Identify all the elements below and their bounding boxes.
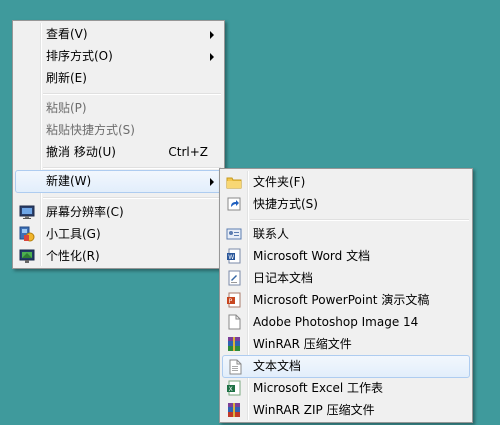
menu-item-label: Microsoft Excel 工作表 bbox=[253, 381, 384, 395]
gadgets-icon bbox=[19, 226, 35, 242]
menu-item-label: 粘贴(P) bbox=[46, 101, 87, 115]
menu-item-sort-by[interactable]: 排序方式(O) bbox=[15, 45, 222, 67]
menu-item-label: 粘贴快捷方式(S) bbox=[46, 123, 135, 137]
menu-item-label: 快捷方式(S) bbox=[253, 197, 318, 211]
submenu-item-photoshop-image[interactable]: Adobe Photoshop Image 14 bbox=[222, 311, 470, 333]
svg-text:P: P bbox=[229, 298, 233, 305]
menu-item-label: 小工具(G) bbox=[46, 227, 101, 241]
menu-separator bbox=[43, 167, 221, 169]
menu-item-screen-resolution[interactable]: 屏幕分辨率(C) bbox=[15, 201, 222, 223]
menu-item-label: Adobe Photoshop Image 14 bbox=[253, 315, 419, 329]
menu-item-label: 排序方式(O) bbox=[46, 49, 113, 63]
journal-icon bbox=[226, 270, 242, 286]
menu-item-refresh[interactable]: 刷新(E) bbox=[15, 67, 222, 89]
folder-icon bbox=[226, 174, 242, 190]
winrar-icon bbox=[226, 336, 242, 352]
submenu-item-winrar-archive[interactable]: WinRAR 压缩文件 bbox=[222, 333, 470, 355]
submenu-item-journal-document[interactable]: 日记本文档 bbox=[222, 267, 470, 289]
menu-item-label: 撤消 移动(U) bbox=[46, 145, 116, 159]
desktop-context-menu: 查看(V) 排序方式(O) 刷新(E) 粘贴(P) 粘贴快捷方式(S) 撤消 移… bbox=[12, 20, 225, 269]
menu-item-label: WinRAR ZIP 压缩文件 bbox=[253, 403, 375, 417]
submenu-item-text-document[interactable]: 文本文档 bbox=[222, 355, 470, 378]
svg-text:W: W bbox=[228, 254, 234, 261]
excel-icon: X bbox=[226, 380, 242, 396]
photoshop-file-icon bbox=[226, 314, 242, 330]
menu-item-label: 新建(W) bbox=[46, 174, 92, 188]
desktop: { "context_menu": { "items": [ {"label":… bbox=[0, 0, 500, 423]
new-submenu: 文件夹(F) 快捷方式(S) 联系人 W Microsoft Word 文档 日… bbox=[219, 168, 473, 423]
submenu-item-winrar-zip[interactable]: WinRAR ZIP 压缩文件 bbox=[222, 399, 470, 421]
submenu-item-folder[interactable]: 文件夹(F) bbox=[222, 171, 470, 193]
monitor-icon bbox=[19, 204, 35, 220]
contact-icon bbox=[226, 226, 242, 242]
submenu-item-powerpoint[interactable]: P Microsoft PowerPoint 演示文稿 bbox=[222, 289, 470, 311]
menu-item-personalize[interactable]: 个性化(R) bbox=[15, 245, 222, 267]
menu-item-paste[interactable]: 粘贴(P) bbox=[15, 97, 222, 119]
menu-item-label: 文件夹(F) bbox=[253, 175, 306, 189]
word-doc-icon: W bbox=[226, 248, 242, 264]
text-file-icon bbox=[227, 359, 243, 375]
submenu-arrow-icon bbox=[210, 178, 214, 186]
submenu-item-shortcut[interactable]: 快捷方式(S) bbox=[222, 193, 470, 215]
menu-item-label: 刷新(E) bbox=[46, 71, 87, 85]
menu-item-new[interactable]: 新建(W) bbox=[15, 170, 222, 193]
submenu-item-word-document[interactable]: W Microsoft Word 文档 bbox=[222, 245, 470, 267]
menu-item-label: 文本文档 bbox=[253, 359, 302, 373]
menu-item-label: Microsoft PowerPoint 演示文稿 bbox=[253, 293, 430, 307]
menu-item-label: 屏幕分辨率(C) bbox=[46, 205, 124, 219]
menu-item-label: WinRAR 压缩文件 bbox=[253, 337, 352, 351]
menu-item-label: Microsoft Word 文档 bbox=[253, 249, 371, 263]
menu-item-undo-move[interactable]: 撤消 移动(U) Ctrl+Z bbox=[15, 141, 222, 163]
menu-item-label: 个性化(R) bbox=[46, 249, 100, 263]
menu-item-view[interactable]: 查看(V) bbox=[15, 23, 222, 45]
submenu-arrow-icon bbox=[210, 53, 214, 61]
submenu-arrow-icon bbox=[210, 31, 214, 39]
menu-item-label: 联系人 bbox=[253, 227, 290, 241]
powerpoint-icon: P bbox=[226, 292, 242, 308]
menu-separator bbox=[250, 219, 469, 221]
menu-item-shortcut: Ctrl+Z bbox=[168, 145, 208, 159]
submenu-item-contact[interactable]: 联系人 bbox=[222, 223, 470, 245]
menu-item-label: 查看(V) bbox=[46, 27, 88, 41]
submenu-item-excel-worksheet[interactable]: X Microsoft Excel 工作表 bbox=[222, 377, 470, 399]
menu-item-label: 日记本文档 bbox=[253, 271, 314, 285]
svg-text:X: X bbox=[229, 386, 233, 393]
personalize-icon bbox=[19, 248, 35, 264]
shortcut-icon bbox=[226, 196, 242, 212]
menu-separator bbox=[43, 197, 221, 199]
winrar-zip-icon bbox=[226, 402, 242, 418]
menu-item-paste-shortcut[interactable]: 粘贴快捷方式(S) bbox=[15, 119, 222, 141]
menu-item-gadgets[interactable]: 小工具(G) bbox=[15, 223, 222, 245]
menu-separator bbox=[43, 93, 221, 95]
